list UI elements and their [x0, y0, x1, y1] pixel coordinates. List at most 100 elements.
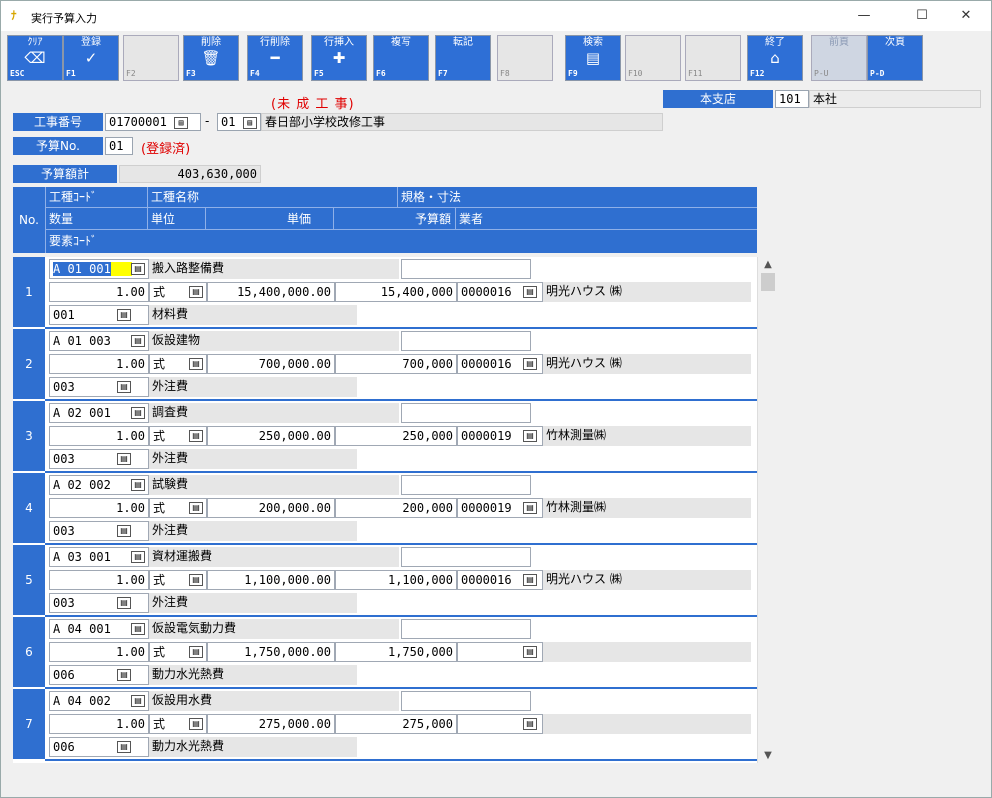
branch-code-field[interactable]: 101	[775, 90, 809, 108]
lookup-icon[interactable]: ▤	[117, 453, 131, 465]
lookup-icon[interactable]: ▤	[189, 358, 203, 370]
lookup-icon[interactable]: ▤	[189, 646, 203, 658]
lookup-icon[interactable]: ▤	[523, 646, 537, 658]
element-name: 外注費	[149, 521, 357, 541]
lookup-icon[interactable]: ▤	[131, 479, 145, 491]
budget-amount-field[interactable]: 700,000	[335, 354, 457, 374]
element-code-field[interactable]: 003	[49, 377, 149, 397]
quantity-field[interactable]: 1.00	[49, 714, 149, 734]
lookup-icon[interactable]: ▤	[523, 718, 537, 730]
unit-price-field[interactable]: 15,400,000.00	[207, 282, 335, 302]
quantity-field[interactable]: 1.00	[49, 426, 149, 446]
quantity-field[interactable]: 1.00	[49, 570, 149, 590]
spec-field[interactable]	[401, 259, 531, 279]
spec-field[interactable]	[401, 403, 531, 423]
fkey-f7-button[interactable]: 転記 F7	[435, 35, 491, 81]
budget-amount-field[interactable]: 275,000	[335, 714, 457, 734]
element-code-field[interactable]: 003	[49, 593, 149, 613]
lookup-icon[interactable]: ▤	[189, 430, 203, 442]
budget-amount-field[interactable]: 1,750,000	[335, 642, 457, 662]
col-no: No.	[19, 213, 39, 227]
fkey-f8-button[interactable]: F8	[497, 35, 553, 81]
lookup-icon[interactable]: ▤	[131, 623, 145, 635]
lookup-icon[interactable]: ▤	[131, 407, 145, 419]
spec-field[interactable]	[401, 475, 531, 495]
header-divider	[205, 208, 206, 229]
lookup-icon[interactable]: ▤	[131, 335, 145, 347]
scroll-down-icon[interactable]: ▼	[758, 750, 778, 761]
lookup-icon[interactable]: ▤	[117, 381, 131, 393]
element-code-field[interactable]: 006	[49, 665, 149, 685]
quantity-field[interactable]: 1.00	[49, 354, 149, 374]
lookup-icon[interactable]: ▤	[131, 551, 145, 563]
scroll-thumb[interactable]	[761, 273, 775, 291]
spec-field[interactable]	[401, 331, 531, 351]
lookup-icon[interactable]: ▤	[117, 669, 131, 681]
fkey-f11-button[interactable]: F11	[685, 35, 741, 81]
close-button[interactable]: ✕	[943, 5, 989, 27]
lookup-icon[interactable]: ▤	[189, 574, 203, 586]
lookup-icon[interactable]: ▤	[189, 286, 203, 298]
quantity-field[interactable]: 1.00	[49, 642, 149, 662]
budget-amount-field[interactable]: 200,000	[335, 498, 457, 518]
lookup-icon[interactable]: ▤	[117, 741, 131, 753]
scroll-up-icon[interactable]: ▲	[758, 259, 778, 270]
lookup-icon[interactable]: ▤	[242, 116, 257, 129]
unit-price-field[interactable]: 1,100,000.00	[207, 570, 335, 590]
job-no-field[interactable]: 01700001 ▤	[105, 113, 201, 131]
unit-price-field[interactable]: 1,750,000.00	[207, 642, 335, 662]
header-divider	[333, 208, 334, 229]
fkey-f9-button[interactable]: 検索 ▤ F9	[565, 35, 621, 81]
unit-price-field[interactable]: 700,000.00	[207, 354, 335, 374]
spec-field[interactable]	[401, 619, 531, 639]
minimize-button[interactable]: —	[841, 5, 887, 27]
element-code-field[interactable]: 003	[49, 449, 149, 469]
fkey-f4-button[interactable]: 行削除 ━ F4	[247, 35, 303, 81]
quantity-field[interactable]: 1.00	[49, 498, 149, 518]
budget-amount-field[interactable]: 250,000	[335, 426, 457, 446]
spec-field[interactable]	[401, 547, 531, 567]
unit-price-field[interactable]: 200,000.00	[207, 498, 335, 518]
lookup-icon[interactable]: ▤	[117, 525, 131, 537]
quantity-field[interactable]: 1.00	[49, 282, 149, 302]
element-code-field[interactable]: 003	[49, 521, 149, 541]
fkey-f6-button[interactable]: 複写 F6	[373, 35, 429, 81]
lookup-icon[interactable]: ▤	[117, 597, 131, 609]
unit-price-field[interactable]: 275,000.00	[207, 714, 335, 734]
fkey-p-d-button[interactable]: 次頁 P-D	[867, 35, 923, 81]
work-code-value: A 04 001	[53, 622, 111, 636]
fkey-esc-button[interactable]: ｸﾘｱ ⌫ ESC	[7, 35, 63, 81]
element-code-field[interactable]: 006	[49, 737, 149, 757]
lookup-icon[interactable]: ▤	[131, 695, 145, 707]
lookup-icon[interactable]: ▤	[117, 309, 131, 321]
job-sub-field[interactable]: 01 ▤	[217, 113, 261, 131]
element-code-field[interactable]: 001	[49, 305, 149, 325]
spec-field[interactable]	[401, 691, 531, 711]
maximize-button[interactable]: ☐	[899, 5, 945, 27]
fkey-f2-button[interactable]: F2	[123, 35, 179, 81]
unit-price-field[interactable]: 250,000.00	[207, 426, 335, 446]
app-logo-icon: ﾅ	[11, 9, 17, 22]
fkey-key: F9	[568, 69, 578, 78]
fkey-f10-button[interactable]: F10	[625, 35, 681, 81]
row-number: 1	[13, 257, 45, 327]
lookup-icon[interactable]: ▤	[523, 430, 537, 442]
fkey-f1-button[interactable]: 登録 ✓ F1	[63, 35, 119, 81]
lookup-icon[interactable]: ▤	[523, 286, 537, 298]
lookup-icon[interactable]: ▤	[523, 502, 537, 514]
fkey-p-u-button[interactable]: 前頁 P-U	[811, 35, 867, 81]
element-name: 外注費	[149, 593, 357, 613]
lookup-icon[interactable]: ▤	[131, 263, 145, 275]
lookup-icon[interactable]: ▤	[174, 116, 189, 129]
lookup-icon[interactable]: ▤	[523, 574, 537, 586]
fkey-f12-button[interactable]: 終了 ⌂ F12	[747, 35, 803, 81]
budget-amount-field[interactable]: 1,100,000	[335, 570, 457, 590]
lookup-icon[interactable]: ▤	[189, 718, 203, 730]
lookup-icon[interactable]: ▤	[523, 358, 537, 370]
lookup-icon[interactable]: ▤	[189, 502, 203, 514]
fkey-f3-button[interactable]: 削除 🗑 F3	[183, 35, 239, 81]
vertical-scrollbar[interactable]: ▲ ▼	[757, 257, 777, 763]
fkey-f5-button[interactable]: 行挿入 ✚ F5	[311, 35, 367, 81]
budget-no-field[interactable]: 01	[105, 137, 133, 155]
budget-amount-field[interactable]: 15,400,000	[335, 282, 457, 302]
